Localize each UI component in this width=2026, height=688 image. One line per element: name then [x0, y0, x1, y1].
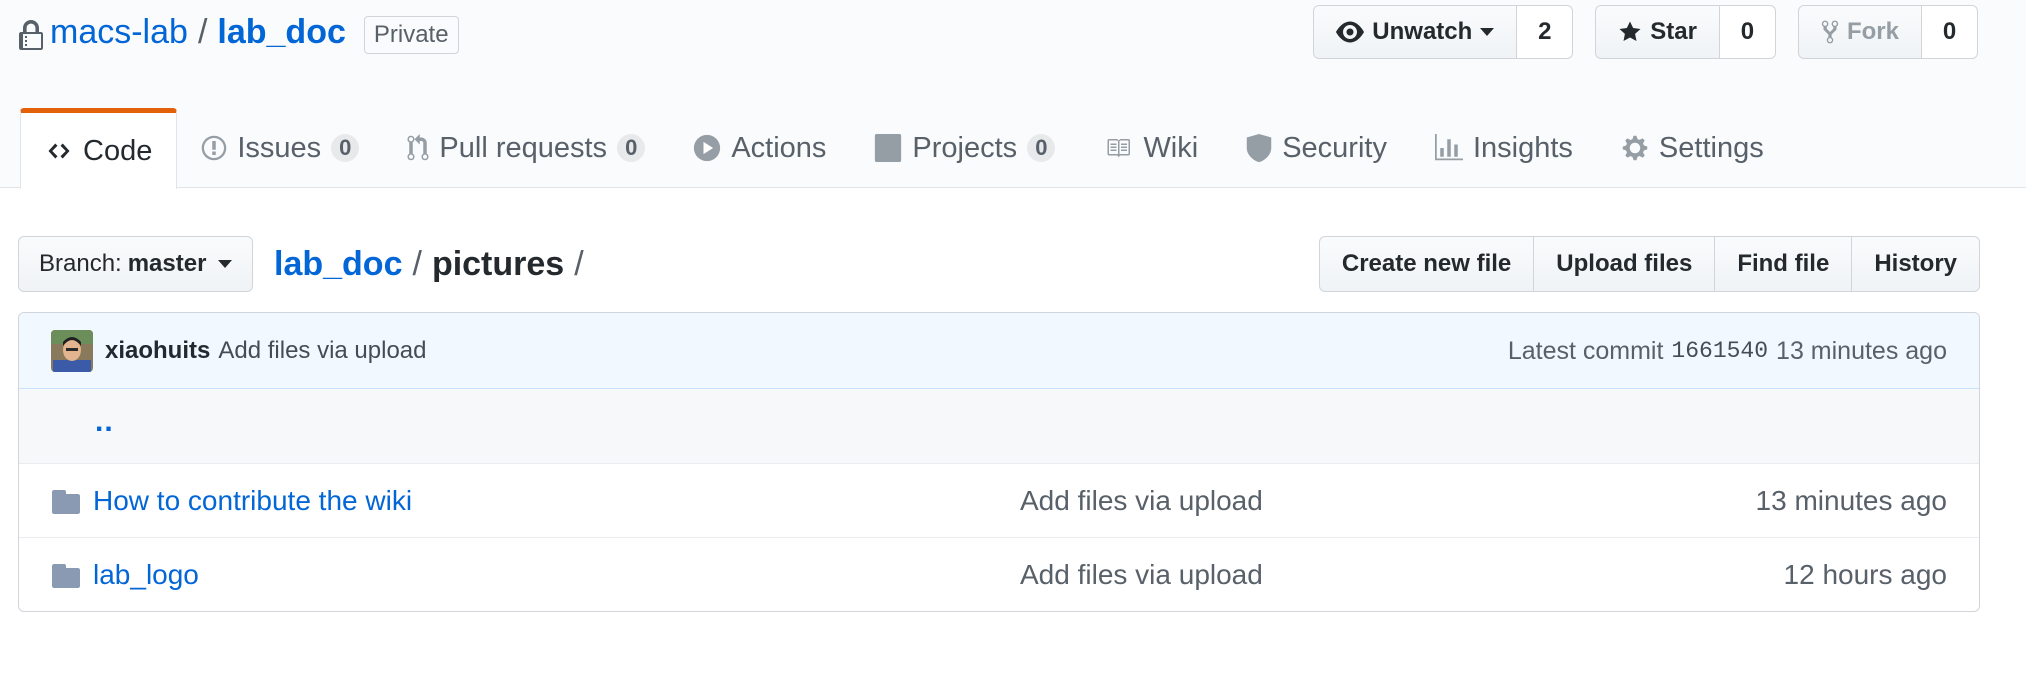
shield-icon — [1246, 134, 1272, 162]
chevron-down-icon — [218, 260, 233, 268]
star-group: Star 0 — [1595, 5, 1776, 59]
avatar[interactable] — [51, 329, 93, 372]
create-new-file-button[interactable]: Create new file — [1318, 236, 1535, 292]
unwatch-button[interactable]: Unwatch — [1313, 5, 1518, 59]
tab-code[interactable]: Code — [20, 108, 178, 189]
star-button[interactable]: Star — [1595, 5, 1720, 59]
upload-files-button[interactable]: Upload files — [1533, 236, 1716, 292]
repo-tabs: Code Issues 0 Pull requests 0 Actions Pr… — [20, 108, 1788, 189]
repo-owner-link[interactable]: macs-lab — [50, 13, 188, 52]
file-navigation: Branch: master lab_doc / pictures / Crea… — [18, 236, 1980, 292]
tab-projects[interactable]: Projects 0 — [850, 108, 1079, 188]
chevron-down-icon — [1480, 28, 1495, 36]
star-icon — [1619, 21, 1641, 41]
tab-settings-label: Settings — [1658, 131, 1764, 164]
repo-actions: Unwatch 2 Star 0 Fork 0 — [1313, 5, 1978, 59]
file-name-link[interactable]: How to contribute the wiki — [93, 485, 412, 517]
file-age: 12 hours ago — [1783, 558, 1947, 590]
breadcrumb-trailing-separator: / — [574, 244, 584, 283]
latest-commit-info: Latest commit 1661540 13 minutes ago — [1508, 313, 1947, 389]
repo-header: macs-lab / lab_doc Private Unwatch 2 Sta… — [0, 0, 2026, 189]
tab-code-label: Code — [83, 134, 153, 167]
breadcrumb-root-link[interactable]: lab_doc — [274, 245, 402, 284]
branch-name: master — [127, 250, 207, 277]
repo-name-link[interactable]: lab_doc — [217, 13, 345, 52]
folder-icon — [52, 490, 80, 514]
star-label: Star — [1650, 18, 1697, 45]
file-age: 13 minutes ago — [1755, 484, 1947, 516]
tab-issues-label: Issues — [237, 131, 322, 164]
fork-button[interactable]: Fork — [1797, 5, 1922, 59]
tab-security[interactable]: Security — [1222, 108, 1411, 188]
commit-tease: xiaohuits Add files via upload Latest co… — [19, 313, 1979, 389]
breadcrumb-current: pictures — [431, 244, 565, 283]
table-row: How to contribute the wiki Add files via… — [19, 463, 1979, 537]
latest-commit-label: Latest commit — [1507, 336, 1664, 365]
folder-icon — [52, 564, 80, 588]
tab-wiki[interactable]: Wiki — [1079, 108, 1222, 188]
watch-group: Unwatch 2 — [1313, 5, 1574, 59]
parent-directory-row: .. — [19, 389, 1979, 463]
fork-label: Fork — [1846, 18, 1899, 45]
tab-pull-requests-label: Pull requests — [439, 131, 608, 164]
tab-settings[interactable]: Settings — [1597, 108, 1788, 188]
file-name-link[interactable]: lab_logo — [93, 559, 199, 591]
commit-author-link[interactable]: xiaohuits — [105, 337, 210, 365]
pull-request-icon — [407, 134, 429, 161]
code-icon — [48, 143, 70, 159]
repo-title: macs-lab / lab_doc Private — [18, 10, 459, 54]
unwatch-label: Unwatch — [1372, 18, 1473, 45]
eye-icon — [1336, 21, 1365, 43]
issues-counter: 0 — [331, 134, 360, 162]
forks-count[interactable]: 0 — [1922, 5, 1978, 59]
find-file-button[interactable]: Find file — [1714, 236, 1853, 292]
tab-wiki-label: Wiki — [1143, 131, 1199, 164]
repo-path-separator: / — [197, 12, 208, 51]
breadcrumb: lab_doc / pictures / — [274, 242, 594, 286]
tab-security-label: Security — [1282, 131, 1387, 164]
tab-insights-label: Insights — [1472, 131, 1573, 164]
branch-prefix: Branch: — [39, 250, 122, 277]
tab-projects-label: Projects — [912, 131, 1018, 164]
file-commit-message-link[interactable]: Add files via upload — [1020, 485, 1263, 517]
projects-counter: 0 — [1027, 134, 1056, 162]
pull-requests-counter: 0 — [617, 134, 646, 162]
project-icon — [875, 134, 902, 162]
tab-pull-requests[interactable]: Pull requests 0 — [383, 108, 669, 188]
fork-icon — [1821, 20, 1839, 44]
issue-icon — [202, 135, 227, 161]
tab-insights[interactable]: Insights — [1411, 108, 1597, 188]
private-badge: Private — [363, 16, 459, 54]
fork-group: Fork 0 — [1797, 5, 1978, 59]
tab-actions-label: Actions — [731, 131, 827, 164]
graph-icon — [1434, 134, 1463, 161]
parent-directory-link[interactable]: .. — [95, 405, 114, 439]
branch-select-button[interactable]: Branch: master — [18, 236, 254, 292]
file-nav-buttons: Create new file Upload files Find file H… — [1318, 236, 1980, 292]
file-list-box: xiaohuits Add files via upload Latest co… — [18, 312, 1980, 612]
table-row: lab_logo Add files via upload 12 hours a… — [19, 537, 1979, 611]
tab-issues[interactable]: Issues 0 — [177, 108, 383, 188]
lock-icon — [19, 20, 43, 50]
book-icon — [1107, 139, 1131, 157]
gear-icon — [1622, 135, 1648, 161]
play-icon — [694, 134, 721, 162]
file-commit-message-link[interactable]: Add files via upload — [1020, 559, 1263, 591]
breadcrumb-separator: / — [412, 244, 422, 283]
watchers-count[interactable]: 2 — [1517, 5, 1574, 59]
history-button[interactable]: History — [1851, 236, 1980, 292]
tab-actions[interactable]: Actions — [669, 108, 850, 188]
commit-message-link[interactable]: Add files via upload — [218, 337, 426, 365]
commit-age: 13 minutes ago — [1776, 336, 1947, 365]
stars-count[interactable]: 0 — [1719, 5, 1776, 59]
commit-sha-link[interactable]: 1661540 — [1671, 338, 1768, 364]
